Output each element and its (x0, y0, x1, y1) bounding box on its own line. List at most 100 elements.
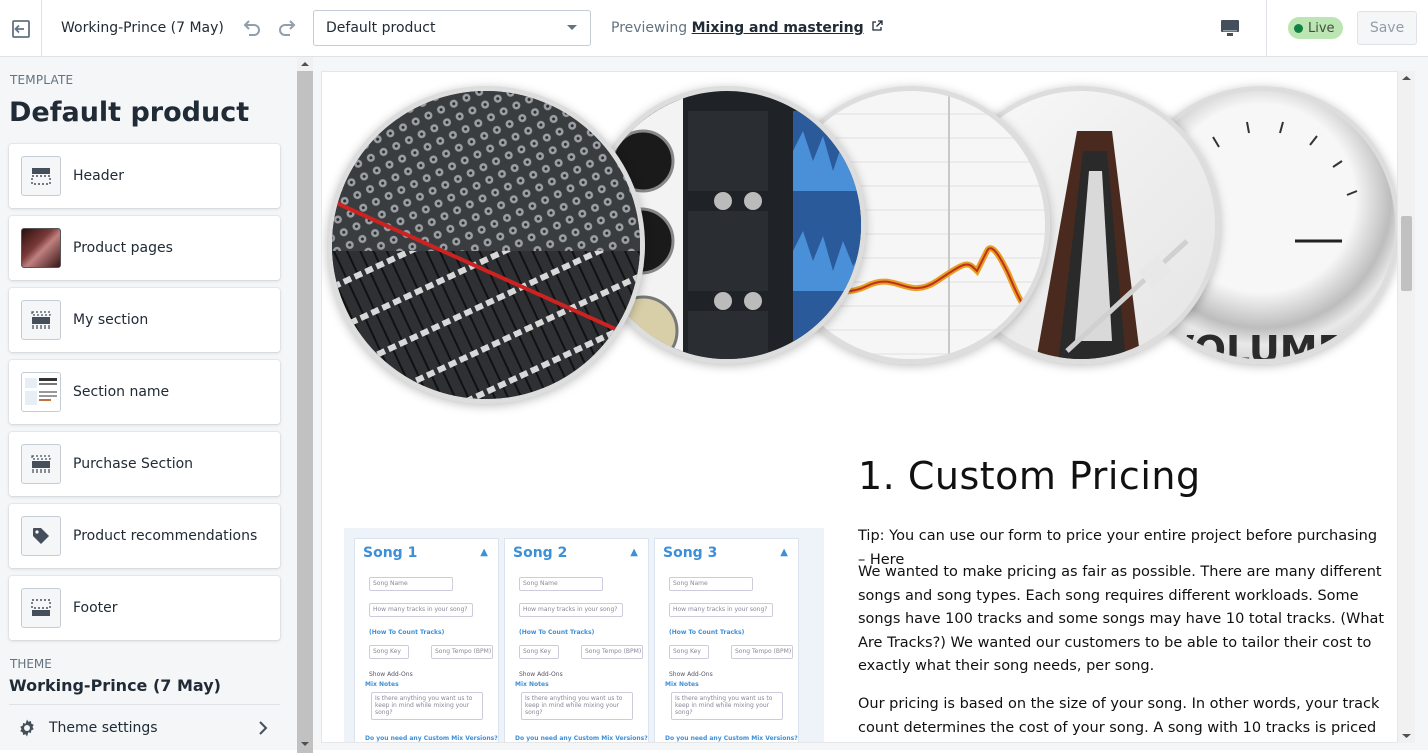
caret-down-icon (567, 25, 577, 30)
tag-icon (21, 516, 61, 556)
song-name-field: Song Name (519, 577, 603, 591)
sidebar-theme-name: Working-Prince (7 May) (9, 676, 221, 695)
pricing-paragraph-1: We wanted to make pricing as fair as pos… (858, 564, 1385, 675)
song-title: Song 2 (513, 545, 568, 561)
preview-frame[interactable]: VOLUME 1. Custom Pricing Tip: You can us… (321, 71, 1398, 743)
song-card: Song 1 ▲ Song Name How many tracks in yo… (354, 538, 499, 742)
tracks-field: How many tracks in your song? (519, 603, 623, 617)
chevron-up-icon: ▲ (780, 547, 788, 558)
pricing-paragraph-2: Our pricing is based on the size of your… (858, 696, 1380, 736)
mix-notes-field: Is there anything you want us to keep in… (371, 692, 483, 720)
external-link-icon[interactable] (871, 20, 883, 32)
live-dot-icon (1294, 23, 1303, 33)
previewing-text: Previewing Mixing and mastering (611, 20, 883, 36)
song-tempo-field: Song Tempo (BPM) (581, 645, 643, 659)
custom-versions-label: Do you need any Custom Mix Versions? (515, 735, 648, 742)
how-to-count-link: (How To Count Tracks) (519, 629, 595, 636)
show-addons: Show Add-Ons (369, 671, 413, 678)
template-title: Default product (9, 97, 250, 128)
scroll-up-arrow-icon[interactable] (297, 57, 313, 71)
exit-icon (11, 19, 30, 38)
section-item-label: My section (73, 312, 149, 328)
preview-scrollbar[interactable] (1398, 71, 1415, 743)
mix-notes-label: Mix Notes (515, 681, 549, 688)
template-select[interactable]: Default product (313, 10, 591, 46)
pricing-form-image: Song 1 ▲ Song Name How many tracks in yo… (344, 528, 824, 742)
custom-versions-label: Do you need any Custom Mix Versions? (365, 735, 498, 742)
chevron-up-icon: ▲ (480, 547, 488, 558)
section-icon (21, 300, 61, 340)
song-key-field: Song Key (669, 645, 709, 659)
sidebar-scrollbar-thumb[interactable] (297, 71, 313, 753)
mix-notes-label: Mix Notes (365, 681, 399, 688)
previewing-label: Previewing (611, 20, 688, 36)
live-badge: Live (1288, 17, 1343, 39)
custom-versions-label: Do you need any Custom Mix Versions? (665, 735, 798, 742)
previewing-link[interactable]: Mixing and mastering (692, 20, 864, 36)
theme-settings-button[interactable]: Theme settings (9, 704, 280, 750)
desktop-icon (1221, 20, 1239, 36)
mixing-console-image (327, 86, 645, 404)
section-item-label: Product recommendations (73, 528, 258, 544)
sidebar: TEMPLATE Default product Header Product … (0, 57, 297, 750)
chevron-right-icon (259, 720, 268, 735)
gear-icon (20, 719, 34, 736)
section-item-label: Header (73, 168, 124, 184)
show-addons: Show Add-Ons (669, 671, 713, 678)
song-title: Song 3 (663, 545, 718, 561)
product-image-thumbnail (21, 228, 61, 268)
preview-pane: VOLUME 1. Custom Pricing Tip: You can us… (313, 57, 1428, 750)
section-item-product-pages[interactable]: Product pages (9, 216, 280, 280)
section-item-my-section[interactable]: My section (9, 288, 280, 352)
section-item-product-recommendations[interactable]: Product recommendations (9, 504, 280, 568)
section-item-label: Product pages (73, 240, 173, 256)
how-to-count-link: (How To Count Tracks) (669, 629, 745, 636)
live-label: Live (1308, 20, 1335, 36)
section-item-label: Purchase Section (73, 456, 194, 472)
editor-topbar: Working-Prince (7 May) Default product P… (0, 0, 1428, 57)
undo-icon (243, 20, 260, 36)
chevron-up-icon: ▲ (630, 547, 638, 558)
section-item-purchase-section[interactable]: Purchase Section (9, 432, 280, 496)
save-button[interactable]: Save (1357, 11, 1417, 45)
theme-settings-label: Theme settings (49, 719, 158, 736)
mix-notes-field: Is there anything you want us to keep in… (671, 692, 783, 720)
how-to-count-link: (How To Count Tracks) (369, 629, 445, 636)
section-item-header[interactable]: Header (9, 144, 280, 208)
song-tempo-field: Song Tempo (BPM) (731, 645, 793, 659)
sidebar-scrollbar[interactable] (297, 57, 313, 753)
topbar-divider (1266, 0, 1267, 57)
tracks-field: How many tracks in your song? (669, 603, 773, 617)
scroll-down-arrow-icon[interactable] (1398, 729, 1415, 743)
section-item-label: Section name (73, 384, 170, 400)
song-name-field: Song Name (669, 577, 753, 591)
section-thumbnail (21, 372, 61, 412)
scroll-down-arrow-icon[interactable] (297, 740, 313, 750)
section-item-footer[interactable]: Footer (9, 576, 280, 640)
mix-notes-label: Mix Notes (665, 681, 699, 688)
mix-notes-field: Is there anything you want us to keep in… (521, 692, 633, 720)
song-tempo-field: Song Tempo (BPM) (431, 645, 493, 659)
section-icon (21, 444, 61, 484)
product-heading: 1. Custom Pricing (858, 454, 1201, 498)
preview-scrollbar-thumb[interactable] (1401, 216, 1412, 291)
song-key-field: Song Key (369, 645, 409, 659)
template-label: TEMPLATE (10, 73, 74, 87)
show-addons: Show Add-Ons (519, 671, 563, 678)
tracks-field: How many tracks in your song? (369, 603, 473, 617)
template-select-value: Default product (326, 20, 436, 36)
footer-section-icon (21, 588, 61, 628)
desktop-view-button[interactable] (1218, 16, 1242, 40)
theme-label: THEME (10, 657, 52, 671)
theme-name: Working-Prince (7 May) (61, 20, 224, 36)
song-title: Song 1 (363, 545, 418, 561)
section-item-section-name[interactable]: Section name (9, 360, 280, 424)
section-item-label: Footer (73, 600, 118, 616)
redo-button[interactable] (276, 16, 300, 40)
redo-icon (279, 20, 296, 36)
song-card: Song 3 ▲ Song Name How many tracks in yo… (654, 538, 799, 742)
exit-button[interactable] (0, 0, 42, 57)
undo-button[interactable] (239, 16, 263, 40)
song-card: Song 2 ▲ Song Name How many tracks in yo… (504, 538, 649, 742)
scroll-up-arrow-icon[interactable] (1398, 71, 1415, 85)
